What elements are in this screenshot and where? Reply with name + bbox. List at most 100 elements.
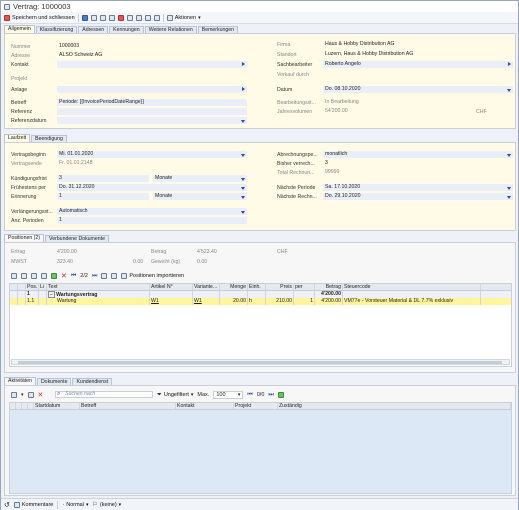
col-header[interactable]: Kontakt xyxy=(176,403,234,409)
billing-period-field[interactable]: monatlich xyxy=(323,151,513,158)
priority-dropdown[interactable]: · Normal ▾ xyxy=(62,502,88,508)
new-document-icon[interactable] xyxy=(31,273,37,279)
contract-start-field[interactable]: Mi. 01.01.2020 xyxy=(57,151,247,158)
edit-icon[interactable] xyxy=(41,273,47,279)
chevron-down-icon[interactable] xyxy=(241,177,245,181)
edit-icon[interactable] xyxy=(27,392,34,398)
next-invoice-field[interactable]: Do. 29.10.2020 xyxy=(323,193,513,200)
date-field[interactable]: Do. 08.10.2020 xyxy=(323,86,513,93)
notice-period-unit[interactable]: Monate xyxy=(153,175,247,182)
tab-positionen[interactable]: Positionen (2) xyxy=(4,234,45,242)
chevron-down-icon[interactable] xyxy=(507,153,511,157)
col-header[interactable]: Preis xyxy=(266,284,294,290)
scrollbar-thumb[interactable] xyxy=(18,361,502,364)
search-input[interactable]: Suchen nach xyxy=(55,391,153,398)
delete-x-icon[interactable]: ✕ xyxy=(38,391,44,399)
actions-menu[interactable]: Aktionen ▾ xyxy=(166,14,201,21)
next-period-field[interactable]: Sa. 17.10.2020 xyxy=(323,184,513,191)
asset-field[interactable] xyxy=(57,86,247,93)
refresh-icon[interactable] xyxy=(277,392,284,398)
renewal-field[interactable]: Automatisch xyxy=(57,208,247,215)
chevron-down-icon[interactable] xyxy=(507,186,511,190)
open-arrow-icon[interactable] xyxy=(508,62,511,66)
export-icon[interactable] xyxy=(135,14,142,21)
first-page-icon[interactable]: ⏮ xyxy=(247,392,252,399)
col-header[interactable]: Li xyxy=(39,284,47,290)
add-icon[interactable] xyxy=(51,273,57,279)
history-icon[interactable]: ↺ xyxy=(4,501,10,509)
address-field[interactable]: ALSO Schweiz AG xyxy=(57,52,247,59)
col-header[interactable]: Steuercode xyxy=(343,284,481,290)
save-close-button[interactable]: Speichern und schliessen xyxy=(4,14,75,21)
chevron-down-icon[interactable] xyxy=(241,119,245,123)
page-icon[interactable] xyxy=(90,14,97,21)
reference-field[interactable] xyxy=(57,108,247,115)
notice-period-field[interactable]: 3 xyxy=(57,175,149,182)
flag-dropdown[interactable]: ⚐ (keine) ▾ xyxy=(92,501,121,509)
reminder-unit[interactable]: Monate xyxy=(153,193,247,200)
last-page-icon[interactable]: ⏭ xyxy=(92,273,97,280)
tab-laufzeit[interactable]: Laufzeit xyxy=(4,134,31,142)
save-icon[interactable] xyxy=(81,14,88,21)
tab-aktivitaeten[interactable]: Aktivitäten xyxy=(4,377,36,385)
col-header[interactable]: Pos. xyxy=(26,284,39,290)
horizontal-scrollbar[interactable] xyxy=(11,359,510,365)
print-setup-icon[interactable] xyxy=(153,14,160,21)
first-page-icon[interactable]: ⏮ xyxy=(71,273,76,280)
table-icon[interactable] xyxy=(111,273,118,279)
tab-beendigung[interactable]: Beendigung xyxy=(31,135,67,142)
cell-variante[interactable]: W1 xyxy=(193,298,220,305)
expand-all-icon[interactable] xyxy=(21,273,27,279)
earliest-field[interactable]: Do. 31.12.2020 xyxy=(57,184,247,191)
col-header[interactable]: Menge xyxy=(220,284,248,290)
chevron-down-icon[interactable] xyxy=(241,153,245,157)
chevron-down-icon[interactable] xyxy=(241,186,245,190)
reminder-field[interactable]: 1 xyxy=(57,193,149,200)
open-arrow-icon[interactable] xyxy=(242,62,245,66)
new-icon[interactable] xyxy=(108,14,115,21)
delete-x-icon[interactable]: ✕ xyxy=(61,272,67,280)
import-positions-button[interactable]: Positionen importieren xyxy=(121,273,184,279)
reference-date-field[interactable] xyxy=(57,117,247,124)
col-header[interactable]: Zuständig xyxy=(278,403,511,409)
print-icon[interactable] xyxy=(126,14,133,21)
tab-allgemein[interactable]: Allgemein xyxy=(4,25,35,33)
collapse-icon[interactable]: − xyxy=(48,291,55,298)
table-row-group[interactable]: 1 − Wartungsvertrag 4'200.00 xyxy=(10,291,511,298)
subject-field[interactable]: Periode: [{InvoicePeriodDateRange}] xyxy=(57,99,247,106)
col-header[interactable]: Projekt xyxy=(234,403,278,409)
chevron-down-icon[interactable]: ▾ xyxy=(21,392,24,398)
col-header[interactable]: Artikel N° xyxy=(150,284,193,290)
periods-field[interactable]: 1 xyxy=(57,217,247,224)
delete-icon[interactable] xyxy=(117,14,124,21)
col-header[interactable]: Variante... xyxy=(193,284,220,290)
tab-adressen[interactable]: Adressen xyxy=(78,26,109,33)
filter-dropdown[interactable]: ⏷ Ungefiltert ▾ xyxy=(157,392,193,399)
chevron-down-icon[interactable] xyxy=(241,195,245,199)
col-header[interactable]: Einh. xyxy=(248,284,266,290)
last-page-icon[interactable]: ⏭ xyxy=(268,392,273,399)
comments-button[interactable]: Kommentare xyxy=(13,501,53,508)
tab-bemerkungen[interactable]: Bemerkungen xyxy=(197,26,239,33)
max-select[interactable]: 100 ▾ xyxy=(213,391,244,399)
collapse-all-icon[interactable] xyxy=(11,273,17,279)
cell-artikel[interactable]: W1 xyxy=(150,298,193,305)
tab-kennungen[interactable]: Kennungen xyxy=(109,26,144,33)
import-icon[interactable] xyxy=(101,273,108,279)
chevron-down-icon[interactable] xyxy=(241,210,245,214)
tab-kundendienst[interactable]: Kundendienst xyxy=(72,378,113,385)
tab-dokumente[interactable]: Dokumente xyxy=(36,378,72,385)
col-header[interactable]: Betrag xyxy=(315,284,343,290)
copy-icon[interactable] xyxy=(99,14,106,21)
chevron-down-icon[interactable] xyxy=(507,88,511,92)
col-header[interactable]: Text xyxy=(47,284,150,290)
open-arrow-icon[interactable] xyxy=(242,87,245,91)
tab-klassifizierung[interactable]: Klassifizierung xyxy=(35,26,78,33)
preview-icon[interactable] xyxy=(144,14,151,21)
col-header[interactable]: Startdatum xyxy=(34,403,80,409)
tab-weitere-relationen[interactable]: Weitere Relationen xyxy=(144,26,197,33)
col-header[interactable]: per xyxy=(294,284,315,290)
clerk-field[interactable]: Roberto Angelo xyxy=(323,61,513,68)
chevron-down-icon[interactable] xyxy=(507,195,511,199)
new-activity-icon[interactable] xyxy=(11,392,17,398)
